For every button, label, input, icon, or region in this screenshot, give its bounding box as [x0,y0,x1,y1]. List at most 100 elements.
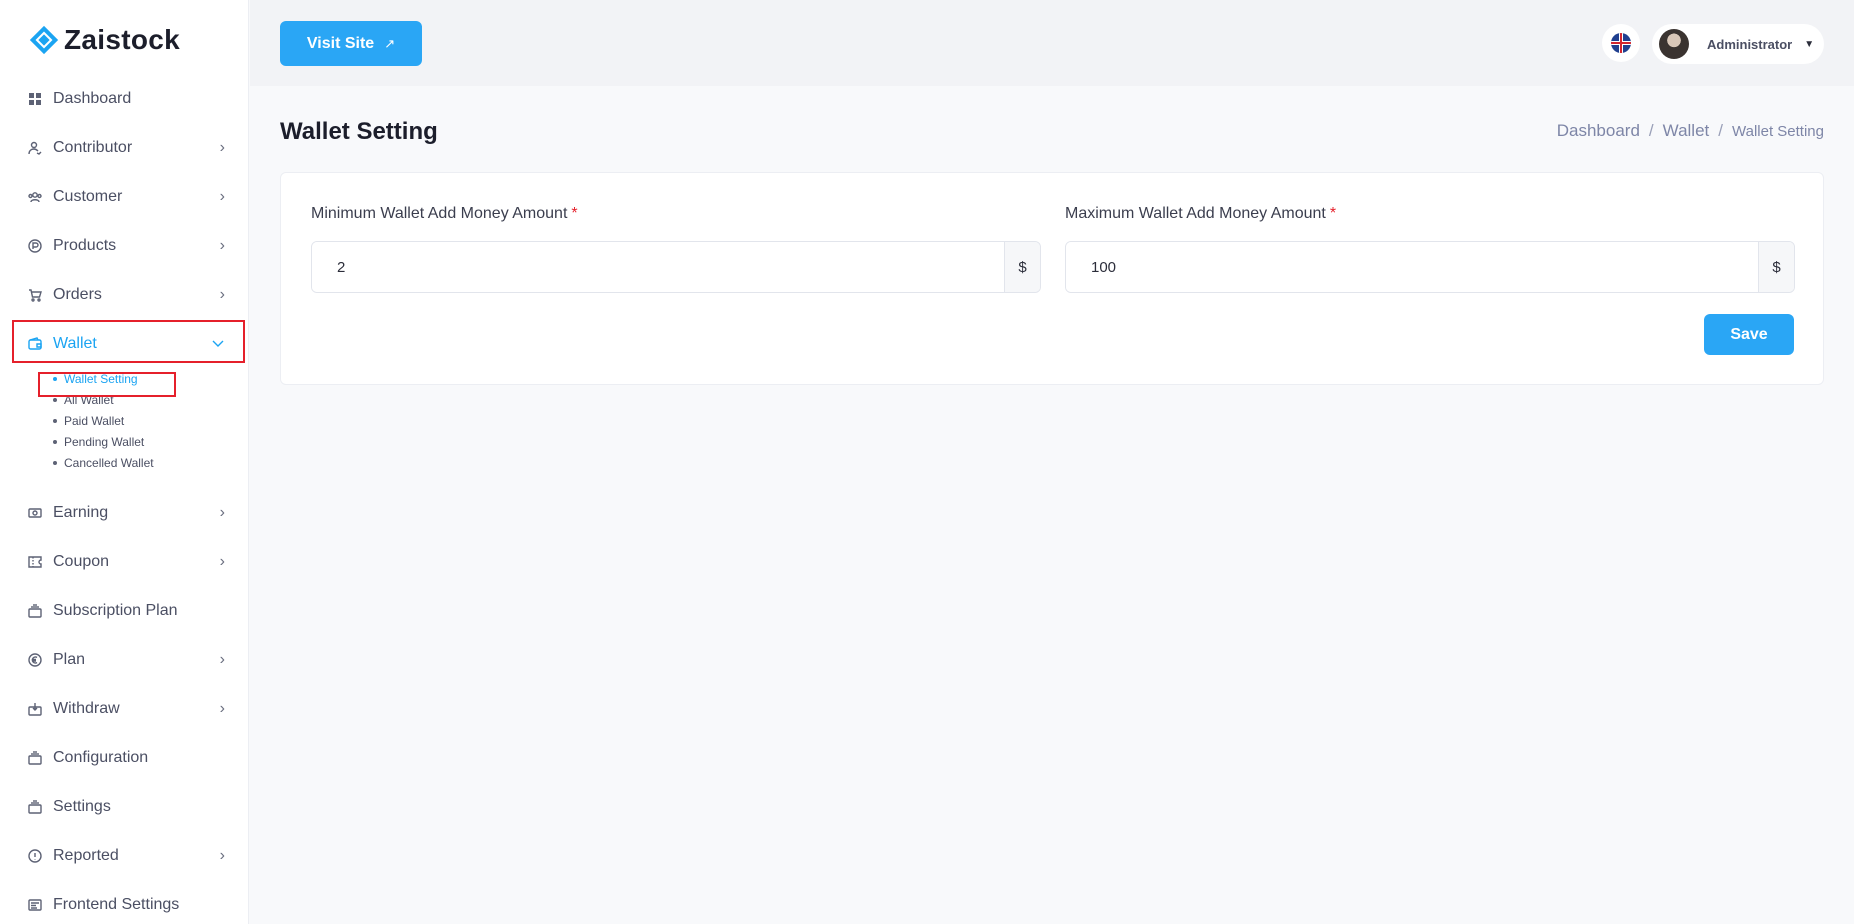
submenu-item-label: All Wallet [64,392,114,407]
sidebar-item-plan[interactable]: Plan › [0,635,249,684]
earning-icon [27,505,43,521]
sidebar-item-label: Configuration [53,748,149,766]
wallet-setting-card: Minimum Wallet Add Money Amount* $ Maxim… [280,172,1824,385]
breadcrumb-separator: / [1648,121,1654,140]
breadcrumb-dashboard[interactable]: Dashboard [1557,121,1640,141]
bullet-icon [53,419,57,423]
customer-icon [27,189,43,205]
sidebar-item-label: Coupon [53,552,110,570]
cart-icon [27,287,43,303]
reported-icon [27,848,43,864]
chevron-down-icon [211,335,225,353]
sidebar-item-orders[interactable]: Orders › [0,270,249,319]
visit-site-label: Visit Site [306,34,375,52]
submenu-item-all-wallet[interactable]: All Wallet [0,389,249,410]
sidebar-item-label: Plan [53,650,86,668]
sidebar-item-label: Earning [53,503,109,521]
sidebar-item-subscription-plan[interactable]: Subscription Plan [0,586,249,635]
external-link-icon: ↗ [384,35,396,51]
avatar [1659,29,1689,59]
submenu-item-cancelled-wallet[interactable]: Cancelled Wallet [0,452,249,473]
settings-icon [27,799,43,815]
page-title: Wallet Setting [280,118,438,145]
plan-icon [27,652,43,668]
submenu-item-label: Paid Wallet [64,413,125,428]
submenu-item-wallet-setting[interactable]: Wallet Setting [0,368,249,389]
breadcrumb-current: Wallet Setting [1732,122,1824,140]
sidebar-item-label: Withdraw [53,699,120,717]
bullet-icon [53,440,57,444]
coupon-icon [27,554,43,570]
sidebar: Zaistock Dashboard Contributor › Custome… [0,0,249,924]
sidebar-item-wallet[interactable]: Wallet [0,319,249,368]
bullet-icon [53,461,57,465]
user-menu[interactable]: Administrator ▼ [1652,24,1824,64]
sidebar-item-configuration[interactable]: Configuration [0,733,249,782]
dashboard-icon [27,91,43,107]
max-amount-field: Maximum Wallet Add Money Amount* $ [1065,205,1795,293]
top-header: Visit Site ↗ Administrator ▼ [250,0,1854,86]
sidebar-item-products[interactable]: Products › [0,221,249,270]
sidebar-item-label: Reported [53,846,119,864]
submenu-item-paid-wallet[interactable]: Paid Wallet [0,410,249,431]
sidebar-item-earning[interactable]: Earning › [0,488,249,537]
chevron-right-icon: › [219,138,225,156]
brand-logo[interactable]: Zaistock [29,24,180,56]
language-switcher[interactable] [1602,24,1640,62]
chevron-right-icon: › [219,846,225,864]
submenu-item-pending-wallet[interactable]: Pending Wallet [0,431,249,452]
min-amount-input-group: $ [311,241,1041,293]
sidebar-item-label: Customer [53,187,123,205]
min-amount-input[interactable] [312,242,1004,292]
chevron-right-icon: › [219,650,225,668]
sidebar-item-settings[interactable]: Settings [0,782,249,831]
sidebar-nav: Dashboard Contributor › Customer › Produ… [0,74,249,924]
visit-site-button[interactable]: Visit Site ↗ [280,21,422,66]
chevron-right-icon: › [219,552,225,570]
uk-flag-icon [1611,33,1631,53]
min-amount-label: Minimum Wallet Add Money Amount * [311,205,578,222]
subscription-icon [27,603,43,619]
sidebar-item-label: Dashboard [53,89,132,107]
caret-down-icon: ▼ [1804,38,1815,50]
sidebar-item-frontend-settings[interactable]: Frontend Settings [0,880,249,924]
bullet-icon [53,377,57,381]
sidebar-item-label: Frontend Settings [53,895,180,913]
breadcrumb: Dashboard / Wallet / Wallet Setting [1557,121,1824,141]
user-name: Administrator [1707,36,1793,52]
max-amount-label: Maximum Wallet Add Money Amount * [1065,205,1337,222]
min-amount-field: Minimum Wallet Add Money Amount* $ [311,205,1041,293]
breadcrumb-wallet[interactable]: Wallet [1663,121,1710,141]
frontend-settings-icon [27,897,43,913]
breadcrumb-separator: / [1718,121,1723,140]
sidebar-item-label: Orders [53,285,102,303]
sidebar-item-coupon[interactable]: Coupon › [0,537,249,586]
sidebar-item-withdraw[interactable]: Withdraw › [0,684,249,733]
max-amount-input[interactable] [1066,242,1758,292]
submenu-item-label: Wallet Setting [64,371,138,386]
zaistock-logo-icon [29,25,59,55]
contributor-icon [27,140,43,156]
bullet-icon [53,398,57,402]
brand-name: Zaistock [64,24,180,55]
wallet-submenu: Wallet Setting All Wallet Paid Wallet Pe… [0,368,249,488]
wallet-icon [27,336,43,352]
sidebar-item-dashboard[interactable]: Dashboard [0,74,249,123]
sidebar-item-label: Subscription Plan [53,601,178,619]
sidebar-item-label: Products [53,236,117,254]
currency-addon: $ [1004,242,1040,292]
withdraw-icon [27,701,43,717]
products-icon [27,238,43,254]
sidebar-item-label: Contributor [53,138,133,156]
sidebar-item-label: Wallet [53,334,97,352]
sidebar-item-reported[interactable]: Reported › [0,831,249,880]
sidebar-item-customer[interactable]: Customer › [0,172,249,221]
chevron-right-icon: › [219,285,225,303]
currency-addon: $ [1758,242,1794,292]
sidebar-item-contributor[interactable]: Contributor › [0,123,249,172]
save-button[interactable]: Save [1704,314,1794,355]
submenu-item-label: Pending Wallet [64,434,145,449]
required-mark: * [1329,205,1337,222]
submenu-item-label: Cancelled Wallet [64,455,154,470]
chevron-right-icon: › [219,236,225,254]
